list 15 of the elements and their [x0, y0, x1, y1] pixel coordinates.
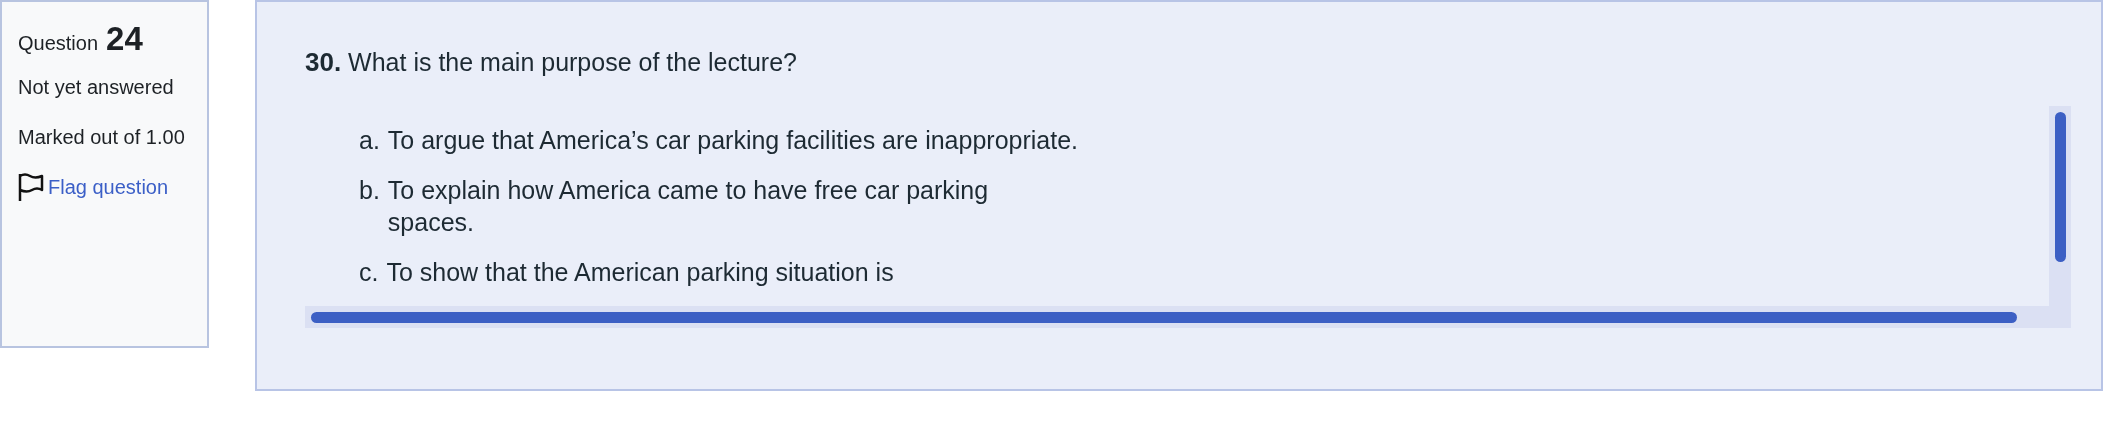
question-label: Question	[18, 32, 99, 55]
flag-icon[interactable]	[18, 172, 44, 202]
option-letter: c.	[359, 257, 379, 288]
vertical-scrollbar[interactable]	[2055, 112, 2066, 262]
option-letter: a.	[359, 125, 380, 156]
option-text[interactable]: To show that the American parking situation is	[386, 256, 894, 288]
question-number: 24	[106, 20, 143, 58]
marks-text: Marked out of 1.00	[18, 125, 186, 150]
option-text[interactable]: To argue that America’s car parking facilities are inappropriate.	[387, 124, 1079, 156]
horizontal-scrollbar[interactable]	[311, 312, 2017, 323]
flag-question-link[interactable]: Flag question	[48, 176, 169, 198]
question-text: 30. What is the main purpose of the lecture?	[305, 46, 798, 79]
option-letter: b.	[359, 175, 380, 206]
option-text[interactable]: To explain how America came to have free car parking spaces.	[387, 174, 989, 238]
answer-status: Not yet answered	[18, 75, 175, 100]
